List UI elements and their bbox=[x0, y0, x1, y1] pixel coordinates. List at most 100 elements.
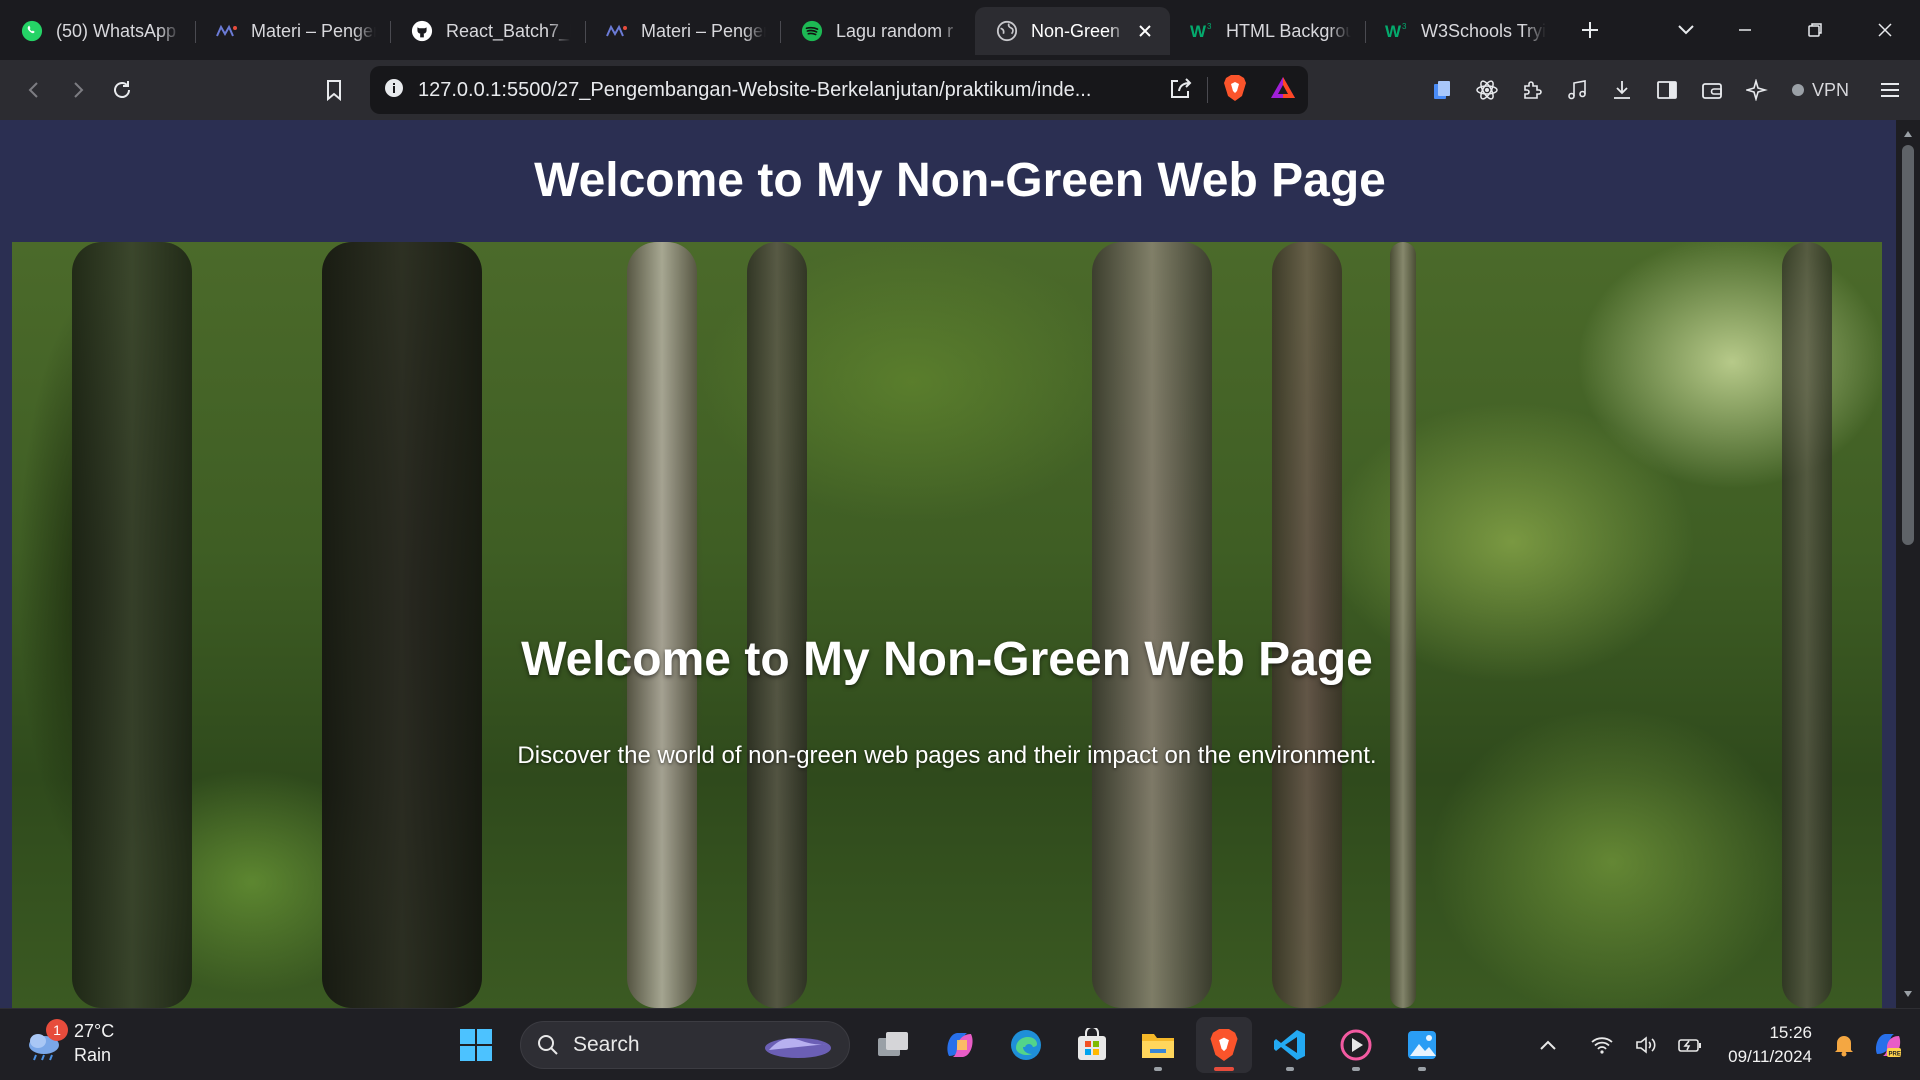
reload-button[interactable] bbox=[100, 68, 144, 112]
tab-github[interactable]: React_Batch7_K bbox=[390, 7, 585, 55]
system-tray: 15:26 09/11/2024 PRE bbox=[1526, 1009, 1920, 1080]
downloads-button[interactable] bbox=[1600, 68, 1644, 112]
brave-rewards-icon[interactable] bbox=[1270, 76, 1296, 105]
wallet-button[interactable] bbox=[1690, 68, 1734, 112]
clock[interactable]: 15:26 09/11/2024 bbox=[1728, 1021, 1812, 1069]
tab-materi-1[interactable]: Materi – Pengembangan bbox=[195, 7, 390, 55]
vscode-icon bbox=[1274, 1030, 1305, 1060]
spotify-icon bbox=[800, 19, 824, 43]
play-icon bbox=[1340, 1029, 1372, 1061]
close-icon bbox=[1878, 23, 1892, 37]
folder-icon bbox=[1142, 1034, 1174, 1058]
site-info-icon[interactable] bbox=[384, 78, 404, 103]
media-player-app[interactable] bbox=[1328, 1017, 1384, 1073]
tab-title: Lagu random r bbox=[836, 20, 954, 41]
photos-app[interactable] bbox=[1394, 1017, 1450, 1073]
edge-icon bbox=[1011, 1030, 1041, 1060]
battery-icon[interactable] bbox=[1668, 1023, 1712, 1067]
scroll-up-icon[interactable] bbox=[1902, 128, 1914, 140]
svg-text:PRE: PRE bbox=[1889, 1052, 1901, 1058]
w3schools-icon: W3 bbox=[1190, 19, 1214, 43]
brave-shields-icon[interactable] bbox=[1222, 74, 1248, 107]
notification-bell-icon[interactable] bbox=[1822, 1023, 1866, 1067]
vpn-button[interactable]: VPN bbox=[1779, 72, 1861, 108]
tab-title: HTML Background bbox=[1226, 20, 1351, 41]
leo-ai-button[interactable] bbox=[1735, 68, 1779, 112]
url-text[interactable]: 127.0.0.1:5500/27_Pengembangan-Website-B… bbox=[418, 79, 1169, 102]
microsoft-store-app[interactable] bbox=[1064, 1017, 1120, 1073]
forward-arrow-icon bbox=[74, 82, 84, 98]
task-view-button[interactable] bbox=[866, 1017, 922, 1073]
reload-icon bbox=[114, 81, 130, 98]
vpn-label: VPN bbox=[1811, 79, 1849, 100]
extension-docs-button[interactable] bbox=[1420, 68, 1464, 112]
search-label: Search bbox=[573, 1033, 640, 1056]
tab-title: Non-Green bbox=[1031, 20, 1121, 41]
brave-icon bbox=[1210, 1029, 1238, 1061]
page-scrollbar[interactable] bbox=[1896, 120, 1920, 1008]
react-devtools-button[interactable] bbox=[1465, 68, 1509, 112]
media-button[interactable] bbox=[1555, 68, 1599, 112]
tab-title: (50) WhatsApp bbox=[56, 20, 177, 41]
file-explorer-app[interactable] bbox=[1130, 1017, 1186, 1073]
tab-whatsapp[interactable]: (50) WhatsApp bbox=[0, 7, 195, 55]
search-highlight-icon bbox=[765, 1038, 831, 1058]
toolbar-extensions: VPN bbox=[1420, 68, 1912, 112]
address-bar[interactable]: 127.0.0.1:5500/27_Pengembangan-Website-B… bbox=[370, 66, 1308, 114]
minimize-icon bbox=[1739, 29, 1751, 31]
tab-strip: (50) WhatsApp Materi – Pengembangan Reac… bbox=[0, 0, 1920, 60]
svg-text:3: 3 bbox=[1207, 22, 1212, 31]
volume-icon[interactable] bbox=[1624, 1023, 1668, 1067]
puzzle-icon bbox=[1524, 81, 1542, 99]
github-icon bbox=[410, 19, 434, 43]
rain-cloud-icon: 1 bbox=[24, 1019, 68, 1063]
plus-icon bbox=[1582, 22, 1598, 38]
clock-date: 09/11/2024 bbox=[1728, 1047, 1812, 1066]
copilot-icon bbox=[947, 1033, 973, 1057]
close-window-button[interactable] bbox=[1850, 0, 1920, 60]
brave-app[interactable] bbox=[1196, 1017, 1252, 1073]
edge-app[interactable] bbox=[998, 1017, 1054, 1073]
windows-taskbar: 1 27°C Rain Search 15:26 09/11/2024 PRE bbox=[0, 1008, 1920, 1080]
weather-widget[interactable]: 1 27°C Rain bbox=[24, 1019, 114, 1067]
running-indicator bbox=[1154, 1067, 1162, 1071]
tab-spotify[interactable]: Lagu random r bbox=[780, 7, 975, 55]
sidebar-icon bbox=[1657, 81, 1677, 99]
sidebar-button[interactable] bbox=[1645, 68, 1689, 112]
wifi-icon[interactable] bbox=[1580, 1023, 1624, 1067]
tab-materi-2[interactable]: Materi – Pengembangan bbox=[585, 7, 780, 55]
copilot-pre-icon[interactable]: PRE bbox=[1866, 1023, 1910, 1067]
tab-title: Materi – Pengembangan bbox=[641, 20, 766, 41]
minimize-button[interactable] bbox=[1710, 0, 1780, 60]
share-icon[interactable] bbox=[1169, 77, 1193, 104]
tab-title: W3Schools Tryit bbox=[1421, 20, 1546, 41]
start-button[interactable] bbox=[448, 1017, 504, 1073]
scroll-down-icon[interactable] bbox=[1902, 988, 1914, 1000]
task-view-icon bbox=[878, 1032, 908, 1056]
tab-list-button[interactable] bbox=[1664, 8, 1708, 52]
close-tab-icon[interactable] bbox=[1134, 20, 1156, 42]
back-arrow-icon bbox=[28, 82, 38, 98]
show-hidden-icons-button[interactable] bbox=[1526, 1023, 1570, 1067]
copilot-app[interactable] bbox=[932, 1017, 988, 1073]
new-tab-button[interactable] bbox=[1568, 8, 1612, 52]
hero-content: Welcome to My Non-Green Web Page Discove… bbox=[12, 242, 1882, 1008]
page-viewport: Welcome to My Non-Green Web Page Welcome… bbox=[0, 120, 1920, 1008]
bookmark-button[interactable] bbox=[312, 68, 356, 112]
extensions-button[interactable] bbox=[1510, 68, 1554, 112]
vscode-app[interactable] bbox=[1262, 1017, 1318, 1073]
back-button[interactable] bbox=[12, 68, 56, 112]
store-icon bbox=[1078, 1028, 1106, 1060]
taskbar-search[interactable]: Search bbox=[520, 1021, 850, 1069]
tab-non-green[interactable]: Non-Green bbox=[975, 7, 1170, 55]
restore-button[interactable] bbox=[1780, 0, 1850, 60]
tab-w3schools-tryit[interactable]: W3 W3Schools Tryit bbox=[1365, 7, 1560, 55]
tab-html-background[interactable]: W3 HTML Background bbox=[1170, 7, 1365, 55]
menu-button[interactable] bbox=[1868, 68, 1912, 112]
forward-button[interactable] bbox=[56, 68, 100, 112]
restore-icon bbox=[1808, 23, 1822, 37]
scrollbar-thumb[interactable] bbox=[1902, 145, 1914, 545]
hamburger-menu-icon bbox=[1881, 83, 1899, 97]
wallet-icon bbox=[1702, 83, 1722, 99]
whatsapp-icon bbox=[20, 19, 44, 43]
